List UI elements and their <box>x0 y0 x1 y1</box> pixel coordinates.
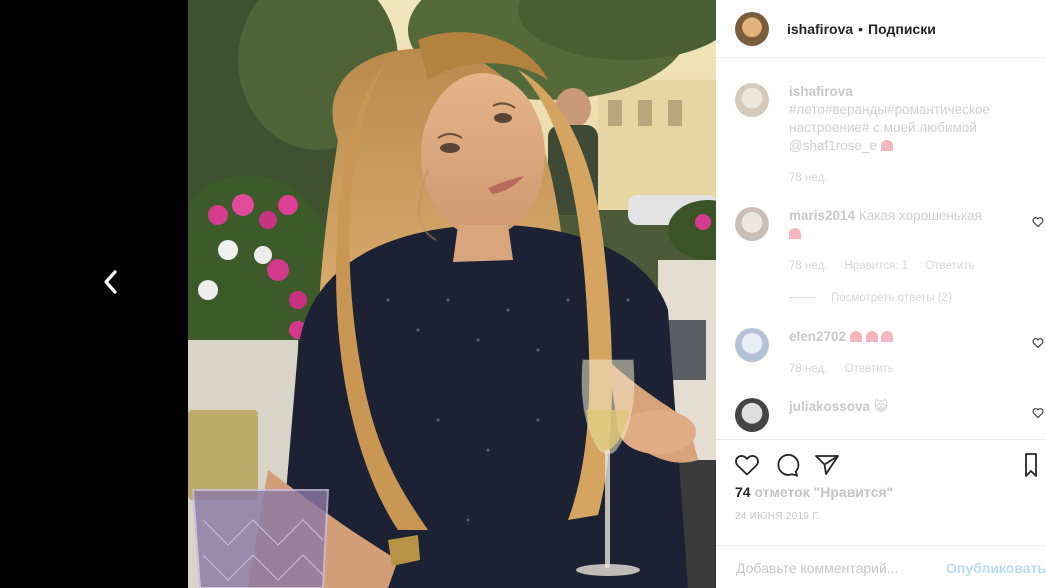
comment-likes[interactable]: Нравится: 1 <box>845 260 909 272</box>
likes-label: отметок "Нравится" <box>754 484 894 500</box>
heart-emoji-icon <box>881 331 894 342</box>
caption-avatar[interactable] <box>735 83 769 117</box>
replies-divider <box>789 297 815 299</box>
reply-button[interactable]: Ответить <box>845 363 894 375</box>
heart-emoji-icon <box>789 228 801 239</box>
comment-emoji <box>789 225 1014 243</box>
author-avatar[interactable] <box>735 11 769 46</box>
author-username[interactable]: ishafirova <box>787 21 853 37</box>
comment-username[interactable]: elen2702 <box>789 329 846 344</box>
likes-count[interactable]: 74 отметок "Нравится" <box>735 484 893 500</box>
comment-time[interactable]: 78 нед. <box>789 260 827 272</box>
share-icon[interactable] <box>812 450 842 480</box>
likes-number: 74 <box>735 484 751 500</box>
action-buttons <box>732 450 842 480</box>
comment-meta: 78 нед. Ответить <box>789 360 1014 378</box>
following-button[interactable]: Подписки <box>868 21 936 37</box>
post-header: ishafirova • Подписки <box>716 0 1046 58</box>
caption-username[interactable]: ishafirova <box>789 83 1014 101</box>
comment-like-icon[interactable] <box>1032 216 1044 228</box>
heart-emoji-icon <box>849 331 862 342</box>
caption-text: #лето#веранды#романтическое настроение# … <box>789 101 1014 155</box>
comment-text: Какая хорошенькая <box>858 208 982 223</box>
comment-username[interactable]: juliakossova <box>789 399 870 414</box>
bookmark-icon[interactable] <box>1016 450 1046 480</box>
previous-post-arrow-icon[interactable] <box>100 268 122 296</box>
heart-emoji-icon <box>880 140 893 151</box>
post-date: 24 ИЮНЯ 2019 Г. <box>735 511 820 522</box>
comment-meta: 78 нед. Нравится: 1 Ответить <box>789 257 1014 275</box>
add-comment-bar: Опубликовать <box>716 545 1046 588</box>
caption-time[interactable]: 78 нед. <box>789 172 827 184</box>
publish-button[interactable]: Опубликовать <box>946 560 1046 576</box>
view-replies-label[interactable]: Посмотреть ответы (2) <box>831 292 952 304</box>
comments-list[interactable]: ishafirova #лето#веранды#романтическое н… <box>716 59 1046 439</box>
comment-text: 😸 <box>873 399 888 414</box>
comment-time[interactable]: 78 нед. <box>789 363 827 375</box>
post-actions: 74 отметок "Нравится" 24 ИЮНЯ 2019 Г. Оп… <box>716 439 1046 588</box>
comment-avatar[interactable] <box>735 207 769 241</box>
reply-button[interactable]: Ответить <box>925 260 974 272</box>
like-icon[interactable] <box>732 450 762 480</box>
comment-icon[interactable] <box>772 450 802 480</box>
comment-like-icon[interactable] <box>1032 337 1044 349</box>
heart-emoji-icon <box>865 331 878 342</box>
comment-input[interactable] <box>734 559 927 577</box>
comment-username[interactable]: maris2014 <box>789 208 855 223</box>
view-replies[interactable]: Посмотреть ответы (2) <box>789 289 1014 307</box>
header-separator: • <box>858 20 864 37</box>
comment-emoji <box>849 329 894 344</box>
post-side-panel: ishafirova • Подписки ishafirova #лето#в… <box>716 0 1046 588</box>
comment-avatar[interactable] <box>735 398 769 432</box>
comment-avatar[interactable] <box>735 328 769 362</box>
post-photo <box>188 0 716 588</box>
photo-illustration <box>188 0 716 588</box>
caption-meta: 78 нед. <box>789 169 1014 187</box>
comment-like-icon[interactable] <box>1032 407 1044 419</box>
